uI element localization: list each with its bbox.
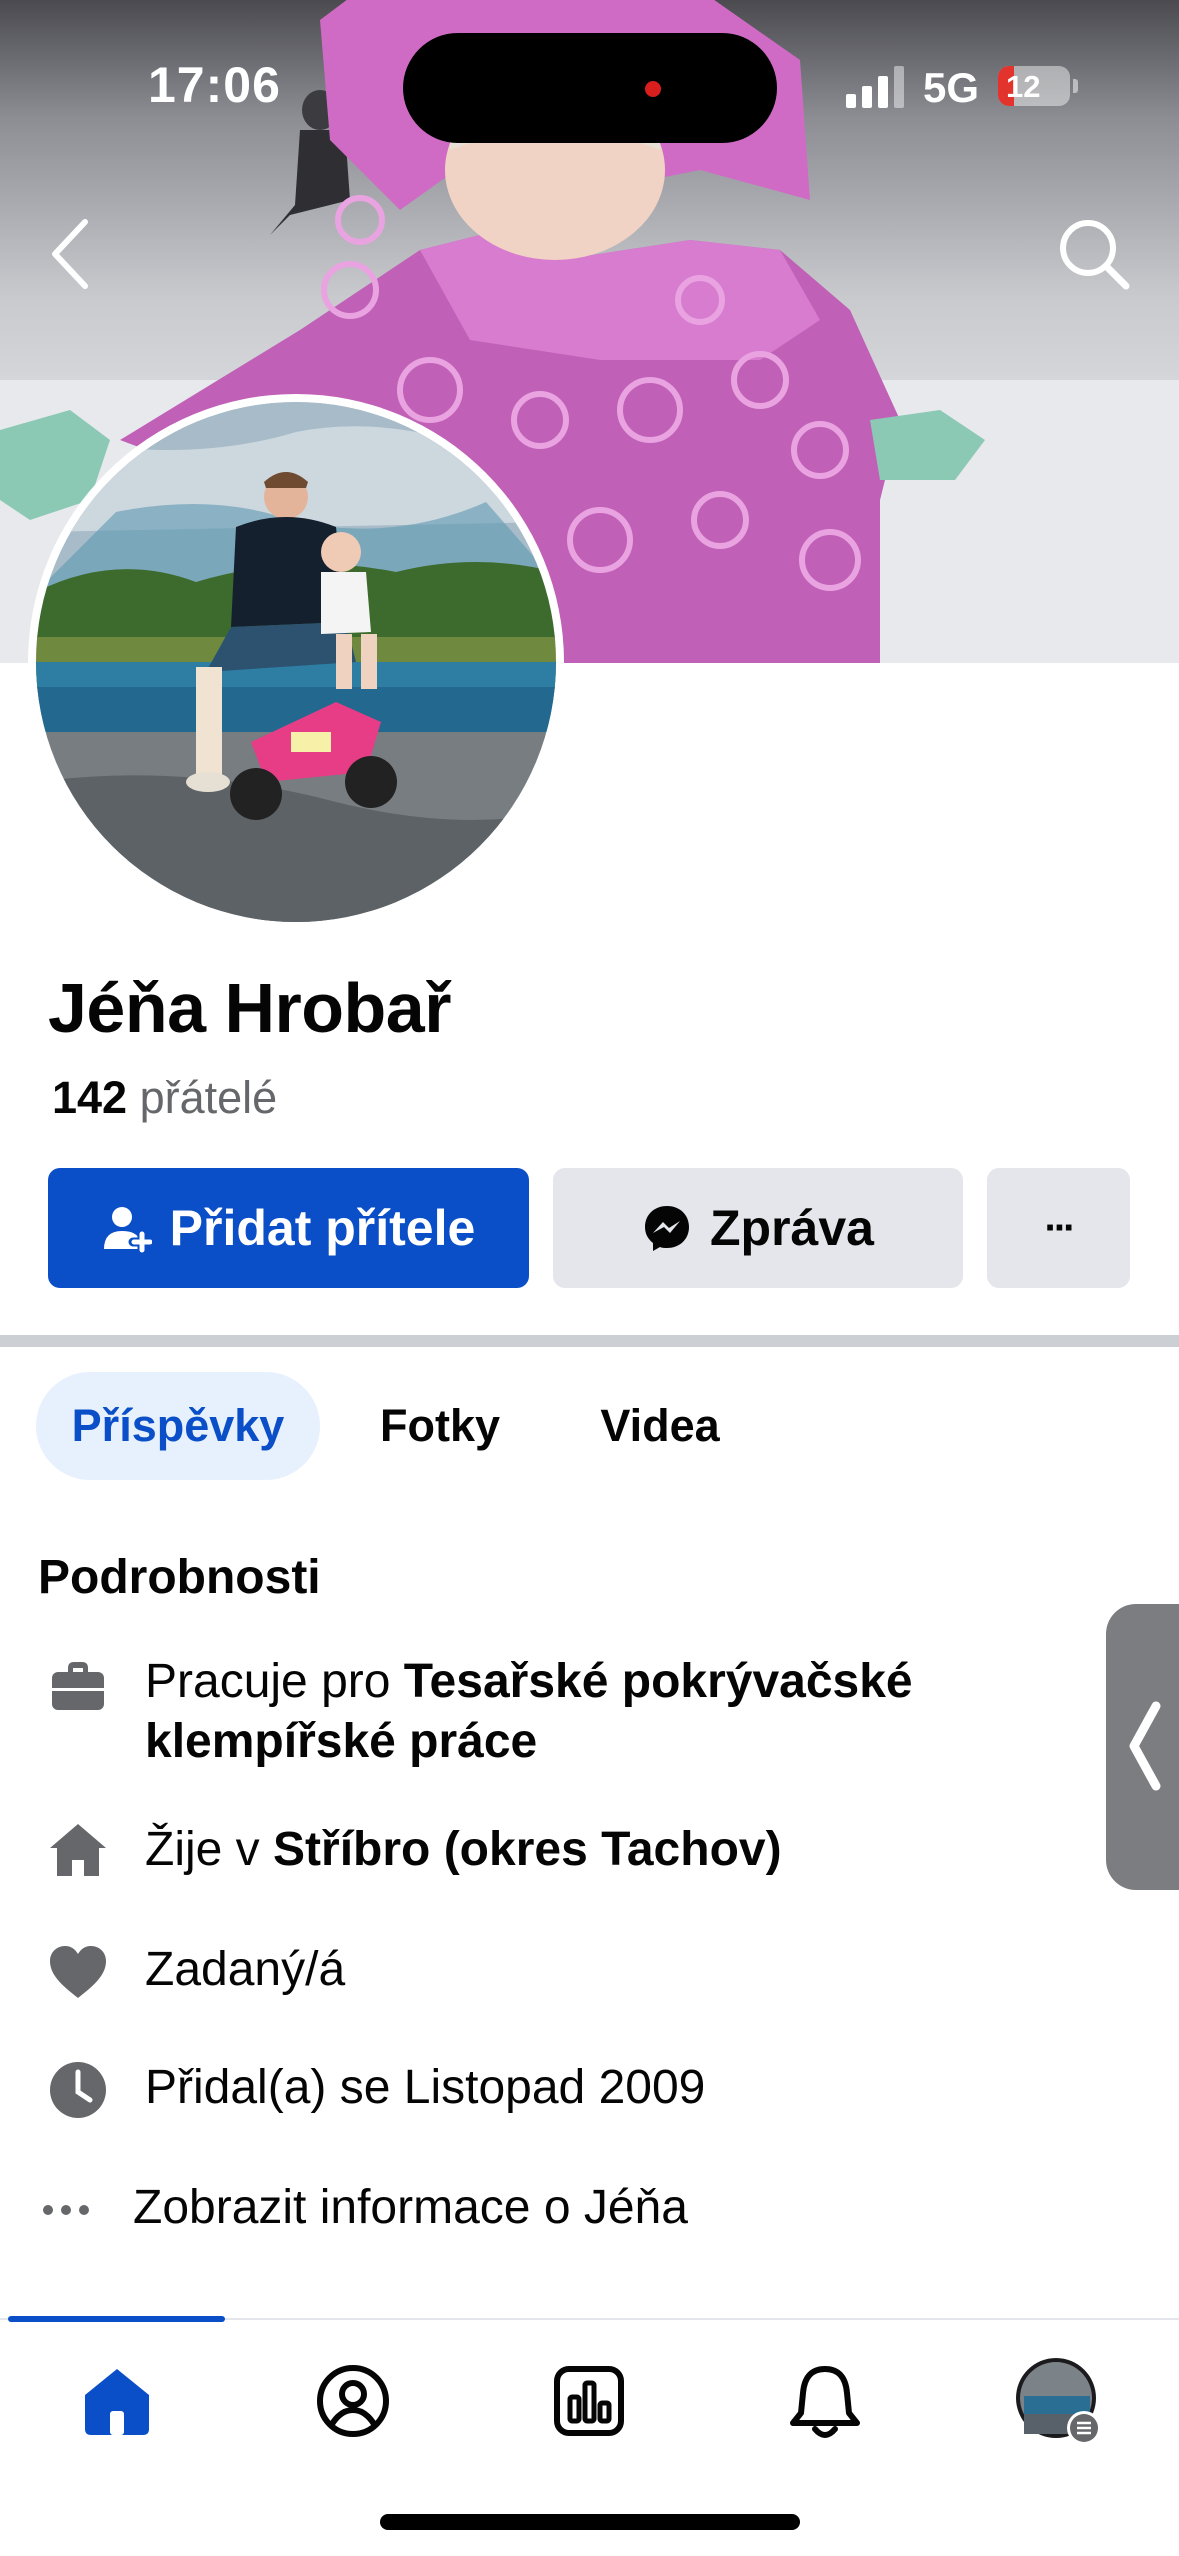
work-prefix: Pracuje pro [145,1655,404,1708]
profile-name: Jéňa Hrobař [48,969,451,1047]
chevron-left-icon [52,219,88,289]
messenger-icon [645,1206,690,1251]
section-divider [0,1335,1179,1347]
add-friend-icon [103,1207,152,1253]
search-button[interactable] [1052,212,1136,296]
tab-photos[interactable]: Fotky [360,1372,520,1480]
nav-menu[interactable] [1014,2356,1104,2446]
battery-level: 12 [1006,69,1041,104]
detail-lives: Žije v Stříbro (okres Tachov) [145,1820,782,1880]
nav-home[interactable] [72,2356,162,2446]
dynamic-island [403,33,777,143]
battery-charging-icon: 12 [998,66,1070,106]
tab-videos[interactable]: Videa [580,1372,740,1480]
detail-joined: Přidal(a) se Listopad 2009 [145,2061,706,2114]
recording-indicator [645,81,661,97]
add-friend-button[interactable]: Přidat přítele [48,1168,529,1288]
message-button[interactable]: Zpráva [553,1168,963,1288]
home-detail-icon [50,1824,106,1876]
profile-avatar[interactable] [28,394,564,930]
detail-relationship: Zadaný/á [145,1943,346,1996]
back-button[interactable] [28,212,112,296]
active-tab-indicator [8,2316,225,2322]
friends-label: přátelé [139,1072,278,1123]
tab-videos-label: Videa [600,1400,720,1451]
search-icon [1060,220,1130,290]
status-time: 17:06 [148,57,281,113]
home-indicator [380,2514,800,2530]
friends-count-row[interactable]: 142 přátelé [52,1072,277,1124]
tab-posts[interactable]: Příspěvky [36,1372,320,1480]
nav-notifications[interactable] [780,2356,870,2446]
lives-prefix: Žije v [145,1823,274,1876]
account-avatar [1016,2358,1101,2445]
more-icon: ··· [1044,1205,1077,1250]
friends-count: 142 [52,1072,128,1123]
tab-posts-label: Příspěvky [71,1400,285,1451]
side-panel-handle[interactable] [1106,1604,1179,1890]
home-icon [85,2369,149,2435]
more-options-button[interactable]: ··· [987,1168,1130,1288]
details-title: Podrobnosti [38,1551,321,1604]
chevron-left-icon [1129,1701,1161,1791]
more-dots-icon [43,2205,89,2215]
lives-place[interactable]: Stříbro (okres Tachov) [273,1823,782,1876]
see-about-info-link[interactable]: Zobrazit informace o Jéňa [133,2178,688,2238]
bell-icon [790,2366,860,2438]
work-employer-line1[interactable]: Tesařské pokrývačské [404,1655,913,1708]
detail-work: Pracuje pro Tesařské pokrývačské klempíř… [145,1652,913,1772]
message-label: Zpráva [710,1200,874,1256]
avatar-photo [36,402,556,922]
dashboard-icon [554,2366,624,2436]
heart-icon [50,1946,106,1998]
signal-icon [846,66,904,108]
nav-profile[interactable] [308,2356,398,2446]
add-friend-label: Přidat přítele [169,1200,476,1256]
work-employer-line2[interactable]: klempířské práce [145,1715,537,1768]
tab-photos-label: Fotky [379,1400,500,1451]
nav-dashboard[interactable] [544,2356,634,2446]
network-label: 5G [923,64,980,111]
clock-icon [50,2062,106,2118]
battery-tip [1073,79,1078,93]
profile-icon [317,2365,389,2437]
briefcase-icon [52,1662,104,1710]
